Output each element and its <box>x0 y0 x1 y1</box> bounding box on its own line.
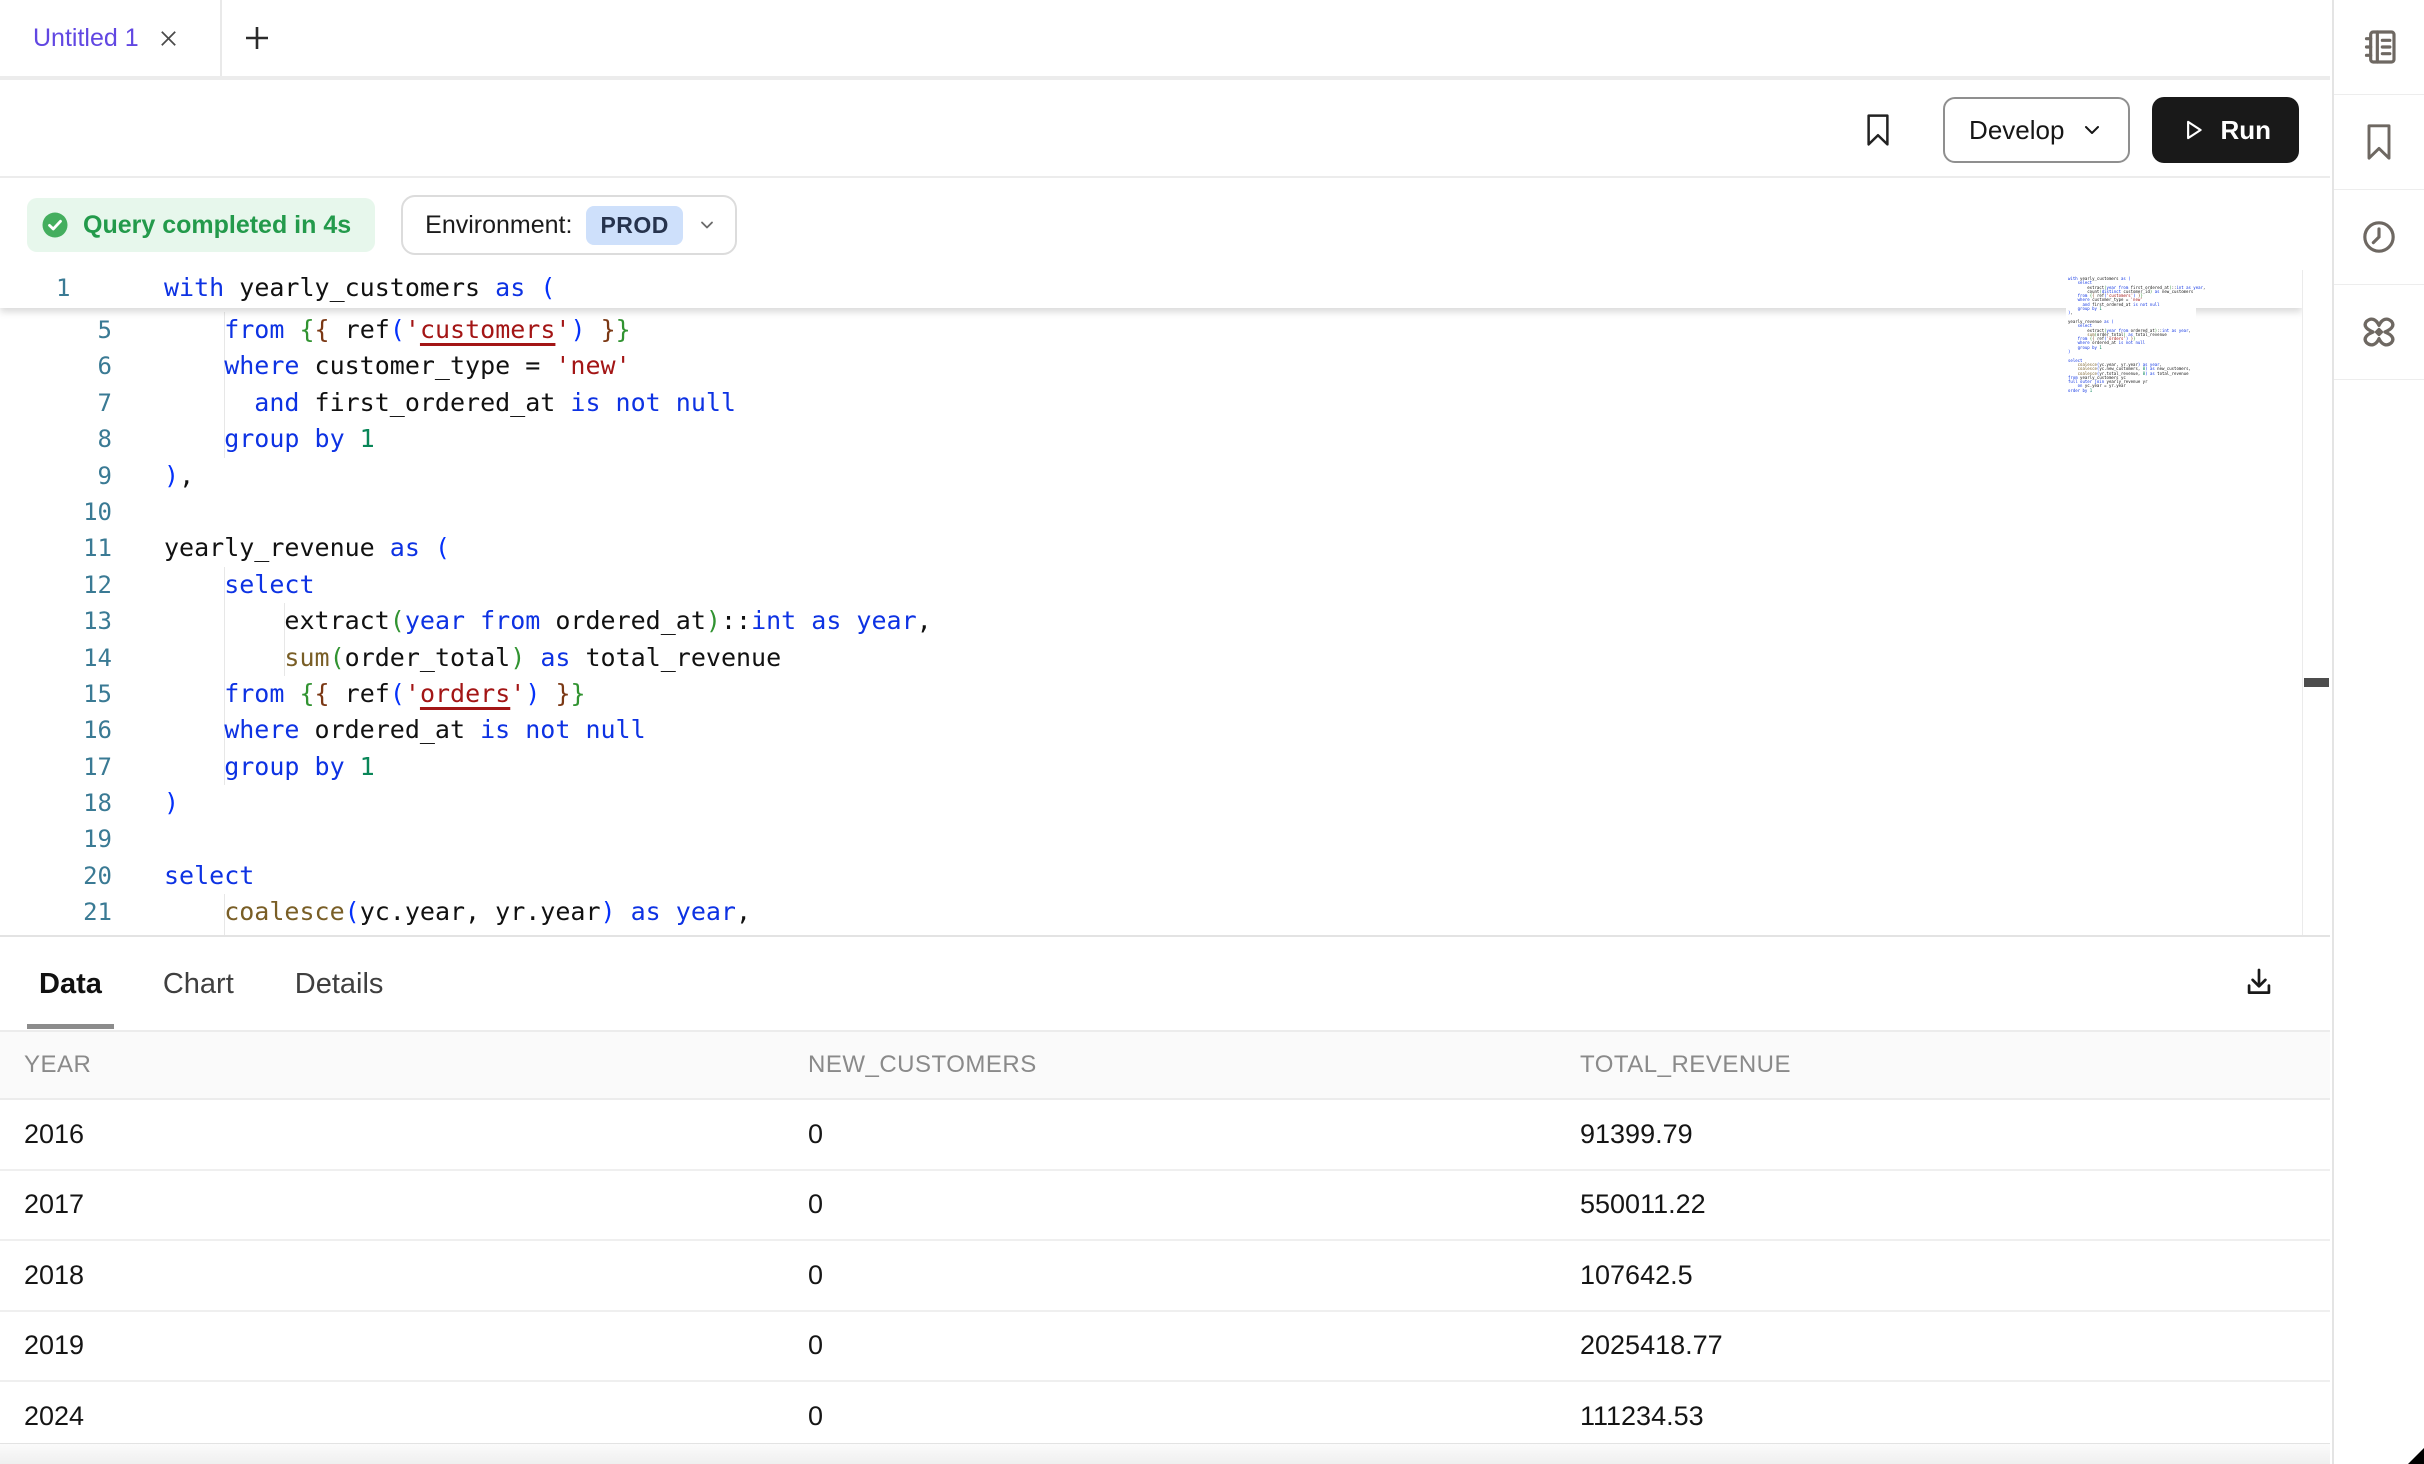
bookmark-icon <box>1863 112 1893 148</box>
code-line: 8 group by 1 <box>0 421 2302 457</box>
environment-select[interactable]: Environment: PROD <box>401 195 737 255</box>
results-tab-data[interactable]: Data <box>27 939 114 1030</box>
code-lines: 5 from {{ ref('customers') }}6 where cus… <box>0 312 2302 937</box>
code-line: 1with yearly_customers as ( <box>0 270 2302 306</box>
code-line: 20select <box>0 858 2302 894</box>
code-line: 10 <box>0 494 2302 530</box>
lineage-icon <box>2358 311 2400 353</box>
code-line: 13 extract(year from ordered_at)::int as… <box>0 603 2302 639</box>
results-tab-details[interactable]: Details <box>283 939 396 1030</box>
develop-dropdown-button[interactable]: Develop <box>1943 97 2130 163</box>
table-row: 2016091399.79 <box>0 1100 2330 1171</box>
table-cell: 0 <box>784 1171 1556 1240</box>
run-button[interactable]: Run <box>2152 97 2299 163</box>
bookmark-icon <box>2360 122 2398 162</box>
close-tab-button[interactable] <box>157 27 180 50</box>
code-line: 9), <box>0 458 2302 494</box>
code-line: 19 <box>0 821 2302 857</box>
code-line: 5 from {{ ref('customers') }} <box>0 312 2302 348</box>
results-tab-chart[interactable]: Chart <box>151 939 246 1030</box>
table-row: 20240111234.53 <box>0 1382 2330 1453</box>
table-row: 20180107642.5 <box>0 1241 2330 1312</box>
code-line: 16 where ordered_at is not null <box>0 712 2302 748</box>
bookmark-query-button[interactable] <box>1863 112 1893 148</box>
check-circle-icon <box>40 210 70 240</box>
table-cell: 111234.53 <box>1556 1382 2330 1451</box>
table-header-row: YEARNEW_CUSTOMERSTOTAL_REVENUE <box>0 1030 2330 1100</box>
app-window: Untitled 1 <box>0 0 2424 1464</box>
sticky-scroll-line: 1with yearly_customers as ( <box>0 270 2302 308</box>
editor-tab-bar: Untitled 1 <box>0 0 2330 80</box>
code-line: 14 sum(order_total) as total_revenue <box>0 640 2302 676</box>
code-line: 17 group by 1 <box>0 749 2302 785</box>
clock-history-icon <box>2359 217 2399 257</box>
tab-title: Untitled 1 <box>33 24 139 53</box>
sidebar-item-history[interactable] <box>2334 190 2424 285</box>
code-line: 18) <box>0 785 2302 821</box>
sidebar-item-notebook[interactable] <box>2334 0 2424 95</box>
chevron-down-icon <box>2080 118 2104 142</box>
column-header: TOTAL_REVENUE <box>1556 1032 2330 1098</box>
download-icon <box>2242 965 2276 999</box>
editor-scrollbar-track <box>2302 270 2330 935</box>
results-tab-bar: Data Chart Details <box>0 939 2330 1030</box>
column-header: NEW_CUSTOMERS <box>784 1032 1556 1098</box>
download-results-button[interactable] <box>2242 965 2276 999</box>
table-cell: 2016 <box>0 1100 784 1169</box>
table-cell: 2017 <box>0 1171 784 1240</box>
code-line: 7 and first_ordered_at is not null <box>0 385 2302 421</box>
code-line: 21 coalesce(yc.year, yr.year) as year, <box>0 894 2302 930</box>
table-cell: 0 <box>784 1312 1556 1381</box>
play-icon <box>2180 117 2206 143</box>
plus-icon <box>242 23 272 53</box>
sidebar-item-bookmarks[interactable] <box>2334 95 2424 190</box>
main-area: Untitled 1 <box>0 0 2330 1464</box>
results-panel: Data Chart Details YEARNEW_CUSTOMERSTOTAL_… <box>0 939 2330 1464</box>
column-header: YEAR <box>0 1032 784 1098</box>
right-sidebar <box>2332 0 2424 1464</box>
table-cell: 91399.79 <box>1556 1100 2330 1169</box>
table-body: 2016091399.7920170550011.2220180107642.5… <box>0 1100 2330 1453</box>
table-row: 20170550011.22 <box>0 1171 2330 1242</box>
develop-label: Develop <box>1969 115 2064 146</box>
toolbar: Develop Run <box>0 84 2330 178</box>
table-row: 201902025418.77 <box>0 1312 2330 1383</box>
run-label: Run <box>2220 115 2271 146</box>
code-line: 22 coalesce(yc.new_customers, 0) as new_… <box>0 931 2302 937</box>
table-cell: 2024 <box>0 1382 784 1451</box>
table-cell: 0 <box>784 1382 1556 1451</box>
notebook-icon <box>2359 27 2399 67</box>
table-cell: 550011.22 <box>1556 1171 2330 1240</box>
chevron-down-icon <box>697 215 717 235</box>
table-cell: 0 <box>784 1100 1556 1169</box>
editor-scrollbar-handle[interactable] <box>2304 678 2329 687</box>
table-cell: 2019 <box>0 1312 784 1381</box>
table-cell: 107642.5 <box>1556 1241 2330 1310</box>
new-tab-button[interactable] <box>242 23 272 53</box>
query-status-badge: Query completed in 4s <box>27 198 375 252</box>
environment-value-badge: PROD <box>586 206 682 245</box>
environment-label: Environment: <box>425 211 572 240</box>
tab-untitled-1[interactable]: Untitled 1 <box>0 0 222 76</box>
code-line: 12 select <box>0 567 2302 603</box>
status-bar: Query completed in 4s Environment: PROD <box>0 180 2330 270</box>
table-cell: 2025418.77 <box>1556 1312 2330 1381</box>
code-line: 15 from {{ ref('orders') }} <box>0 676 2302 712</box>
code-line: 11yearly_revenue as ( <box>0 530 2302 566</box>
table-cell: 2018 <box>0 1241 784 1310</box>
code-editor[interactable]: 5 from {{ ref('customers') }}6 where cus… <box>0 270 2330 937</box>
query-status-text: Query completed in 4s <box>83 211 351 240</box>
horizontal-scrollbar-track[interactable] <box>0 1443 2330 1464</box>
editor-minimap[interactable]: with yearly_customers as ( select extrac… <box>2066 275 2196 395</box>
table-cell: 0 <box>784 1241 1556 1310</box>
sidebar-item-lineage[interactable] <box>2334 285 2424 380</box>
code-line: 6 where customer_type = 'new' <box>0 348 2302 384</box>
close-icon <box>157 27 180 50</box>
